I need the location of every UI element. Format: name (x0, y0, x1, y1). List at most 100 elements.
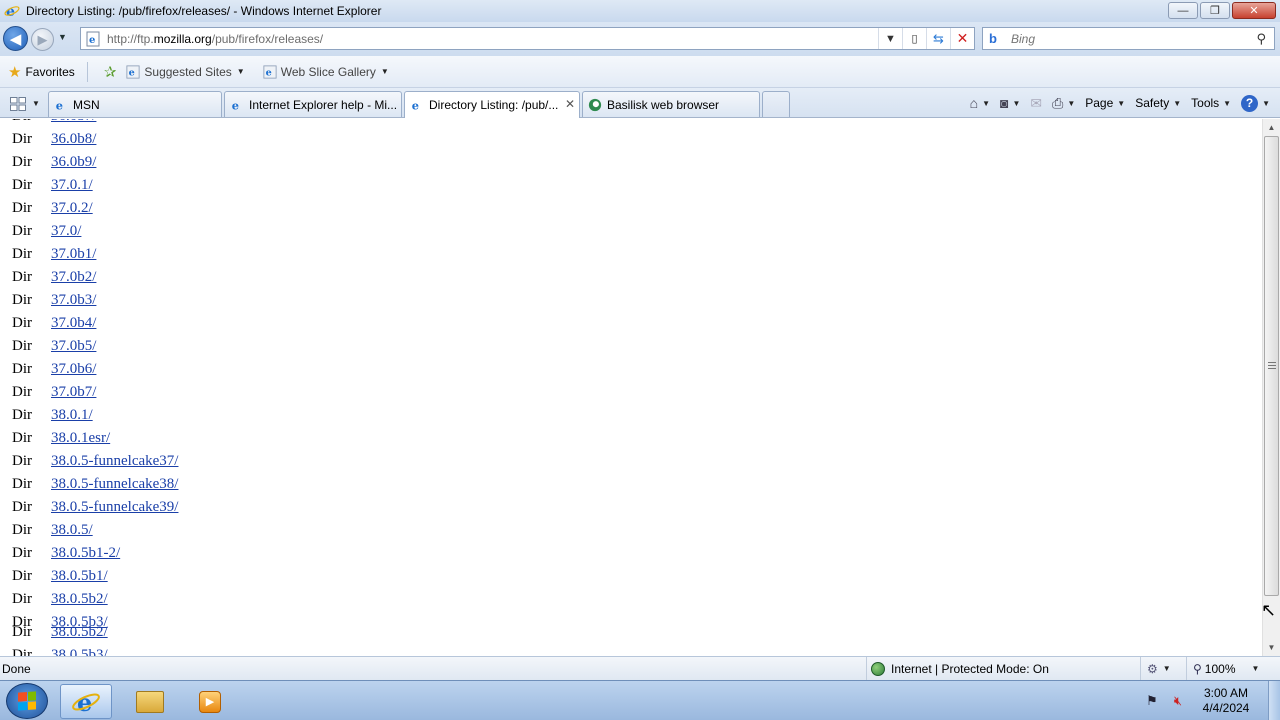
volume-muted-icon[interactable]: 🔇︎ (1170, 693, 1186, 709)
entry-type: Dir (12, 292, 32, 308)
taskbar: e ▶ ⚑ 🔇︎ 3:00 AM 4/4/2024 (0, 680, 1280, 720)
directory-link[interactable]: 37.0b6/ (51, 361, 96, 378)
add-to-favorites-bar-icon[interactable]: ✰ (104, 63, 117, 81)
directory-link[interactable]: 38.0.5b1/ (51, 568, 108, 585)
chevron-down-icon: ▼ (1223, 98, 1232, 108)
web-slice-gallery-button[interactable]: e Web Slice Gallery ▼ (257, 60, 389, 84)
directory-link[interactable]: 37.0b1/ (51, 246, 96, 263)
search-input[interactable] (1011, 31, 1241, 46)
directory-link[interactable]: 38.0.1esr/ (51, 430, 110, 447)
tools-menu[interactable]: Tools ▼ (1191, 96, 1231, 110)
directory-link[interactable]: 37.0b4/ (51, 315, 96, 332)
home-button[interactable]: ⌂ ▼ (970, 95, 990, 111)
chevron-down-icon: ▼ (1251, 664, 1260, 673)
protected-mode-settings[interactable]: ⚙ ▼ (1140, 657, 1186, 680)
directory-link[interactable]: 36.0b8/ (51, 131, 96, 148)
action-center-icon[interactable]: ⚑ (1144, 693, 1160, 709)
start-button[interactable] (6, 683, 48, 719)
system-tray: ⚑ 🔇︎ 3:00 AM 4/4/2024 (1144, 681, 1280, 720)
scrollbar-thumb[interactable] (1264, 136, 1279, 596)
entry-type: Dir (12, 223, 32, 239)
directory-link[interactable]: 38.0.5-funnelcake37/ (51, 453, 178, 470)
directory-link[interactable]: 38.0.5/ (51, 522, 93, 539)
svg-text:e: e (129, 67, 135, 78)
entry-type: Dir (12, 384, 32, 400)
address-dropdown-icon[interactable]: ▼ (878, 28, 902, 49)
print-button[interactable]: ⎙ ▼ (1052, 95, 1075, 112)
directory-link[interactable]: 37.0/ (51, 223, 81, 240)
internet-explorer-icon: e (412, 98, 419, 112)
chevron-down-icon: ▼ (1117, 98, 1126, 108)
url-text[interactable]: http://ftp.mozilla.org/pub/firefox/relea… (107, 32, 323, 46)
directory-link[interactable]: 37.0b3/ (51, 292, 96, 309)
quick-tabs-button[interactable]: ▼ (6, 94, 44, 113)
address-tools: ▼ ▯ ⇆ ✕ (878, 28, 974, 49)
read-mail-button[interactable]: ✉ (1030, 95, 1042, 112)
security-zone[interactable]: Internet | Protected Mode: On (866, 657, 1140, 680)
clock[interactable]: 3:00 AM 4/4/2024 (1196, 686, 1256, 716)
directory-link[interactable]: 36.0b9/ (51, 154, 96, 171)
new-tab-button[interactable] (762, 91, 790, 117)
list-item: Dir 38.0.5b3/ (12, 644, 108, 656)
search-icon[interactable]: ⚲ (1256, 31, 1266, 47)
suggested-sites-button[interactable]: e Suggested Sites ▼ (120, 60, 245, 84)
directory-link[interactable]: 38.0.1/ (51, 407, 93, 424)
web-slice-gallery-label: Web Slice Gallery (280, 64, 376, 79)
svg-text:e: e (265, 67, 271, 78)
show-desktop-button[interactable] (1268, 681, 1280, 720)
taskbar-windows-explorer[interactable] (124, 684, 176, 719)
internet-explorer-icon: e (263, 64, 277, 79)
close-button[interactable]: ✕ (1232, 2, 1276, 19)
entry-type: Dir (12, 430, 32, 446)
compatibility-view-icon[interactable]: ▯ (902, 28, 926, 49)
directory-link[interactable]: 37.0.1/ (51, 177, 93, 194)
forward-button[interactable]: ▶ (31, 28, 54, 51)
taskbar-media-player[interactable]: ▶ (184, 684, 236, 719)
directory-link[interactable]: 37.0b5/ (51, 338, 96, 355)
scroll-down-arrow-icon[interactable]: ▼ (1263, 639, 1280, 656)
favorites-label: Favorites (25, 64, 75, 79)
directory-link[interactable]: 38.0.5b3/ (51, 647, 108, 656)
directory-link[interactable]: 38.0.5b2/ (51, 591, 108, 608)
tab-bar: ▼ e MSN e Internet Explorer help - Mi...… (0, 88, 1280, 118)
favorites-button[interactable]: ★ Favorites (0, 60, 75, 84)
directory-link[interactable]: 38.0.5-funnelcake39/ (51, 499, 178, 516)
close-tab-icon[interactable]: ✕ (565, 97, 575, 111)
chevron-down-icon[interactable]: ▼ (32, 99, 40, 108)
refresh-icon[interactable]: ⇆ (926, 28, 950, 49)
svg-text:e: e (89, 35, 95, 46)
feeds-button[interactable]: ◙ ▼ (1000, 95, 1020, 111)
entry-type: Dir (12, 499, 32, 515)
maximize-button[interactable]: ❐ (1200, 2, 1230, 19)
minimize-button[interactable]: — (1168, 2, 1198, 19)
page-menu[interactable]: Page ▼ (1085, 96, 1125, 110)
directory-link[interactable]: 37.0.2/ (51, 200, 93, 217)
entry-type: Dir (12, 591, 32, 607)
safety-menu[interactable]: Safety ▼ (1135, 96, 1181, 110)
directory-link[interactable]: 38.0.5b1-2/ (51, 545, 120, 562)
recent-pages-dropdown-icon[interactable]: ▼ (58, 32, 67, 42)
stop-icon[interactable]: ✕ (950, 28, 974, 49)
directory-link[interactable]: 37.0b2/ (51, 269, 96, 286)
vertical-scrollbar[interactable]: ▲ ▼ (1262, 119, 1280, 656)
star-icon: ★ (8, 63, 22, 81)
directory-link[interactable]: 38.0.5b2/ (51, 624, 108, 641)
directory-link[interactable]: 37.0b7/ (51, 384, 96, 401)
tab-internet-explorer-help[interactable]: e Internet Explorer help - Mi... (224, 91, 402, 117)
taskbar-internet-explorer[interactable]: e (60, 684, 112, 719)
address-bar[interactable]: e http://ftp.mozilla.org/pub/firefox/rel… (80, 27, 975, 50)
tab-basilisk[interactable]: Basilisk web browser (582, 91, 760, 117)
help-button[interactable]: ? ▼ (1241, 94, 1270, 112)
scroll-up-arrow-icon[interactable]: ▲ (1263, 119, 1280, 136)
directory-link[interactable]: 36.0b7/ (51, 119, 96, 125)
directory-link[interactable]: 38.0.5-funnelcake38/ (51, 476, 178, 493)
list-item: Dir 37.0b4/ (12, 312, 96, 335)
zoom-control[interactable]: ⚲ 100% ▼ (1186, 657, 1280, 680)
tab-directory-listing[interactable]: e Directory Listing: /pub/... ✕ (404, 91, 580, 118)
list-item: Dir 36.0b9/ (12, 151, 96, 174)
list-item: Dir 38.0.5b2/ (12, 588, 108, 611)
tab-msn[interactable]: e MSN (48, 91, 222, 117)
search-box[interactable]: b ⚲ (982, 27, 1275, 50)
chevron-down-icon: ▼ (236, 67, 245, 76)
back-button[interactable]: ◀ (3, 26, 28, 51)
